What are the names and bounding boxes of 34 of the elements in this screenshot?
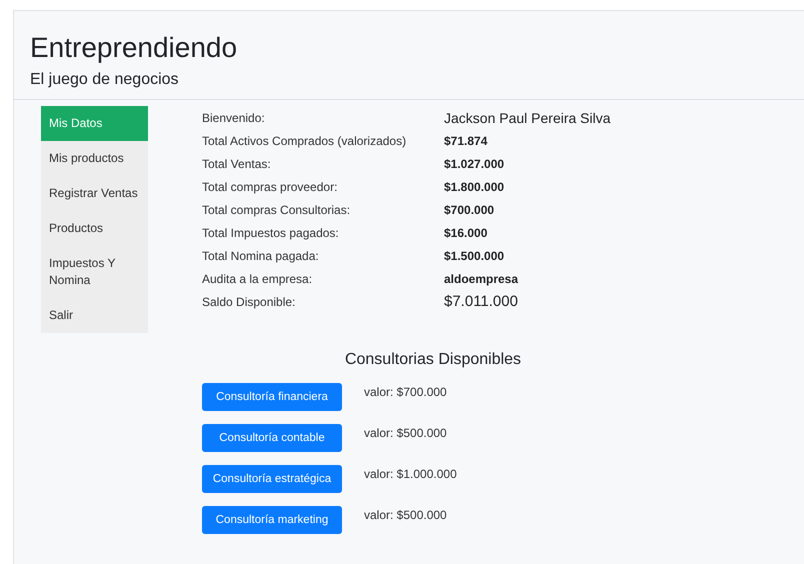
consultancy-button[interactable]: Consultoría estratégica bbox=[202, 465, 342, 493]
price-text: valor: $500.000 bbox=[364, 507, 447, 524]
sidebar-item[interactable]: Salir bbox=[41, 298, 148, 333]
price-text: valor: $1.000.000 bbox=[364, 466, 457, 483]
price-text: valor: $500.000 bbox=[364, 425, 447, 442]
summary-value: Jackson Paul Pereira Silva bbox=[444, 108, 612, 128]
summary-value: $7.011.000 bbox=[444, 292, 519, 312]
summary-value: aldoempresa bbox=[444, 270, 520, 288]
summary-value: $16.000 bbox=[444, 224, 488, 242]
app-subtitle: El juego de negocios bbox=[30, 71, 180, 89]
consultancy-button[interactable]: Consultoría contable bbox=[202, 424, 342, 452]
summary-label: Bienvenido: bbox=[202, 110, 266, 126]
sidebar-item[interactable]: Productos bbox=[41, 211, 148, 246]
summary-value: $71.874 bbox=[444, 132, 488, 150]
summary-label: Total Ventas: bbox=[202, 156, 272, 172]
summary-label: Saldo Disponible: bbox=[202, 294, 296, 310]
sidebar-item[interactable]: Registrar Ventas bbox=[41, 176, 148, 211]
consultancy-button[interactable]: Consultoría marketing bbox=[202, 506, 342, 534]
summary-value: $1.027.000 bbox=[444, 156, 506, 172]
summary-value: $1.500.000 bbox=[444, 248, 506, 264]
summary-value: $1.800.000 bbox=[444, 178, 506, 196]
app-title: Entreprendiendo bbox=[30, 31, 238, 65]
section-title: Consultorias Disponibles bbox=[344, 351, 522, 369]
summary-label: Total compras proveedor: bbox=[202, 178, 338, 196]
summary-label: Audita a la empresa: bbox=[202, 270, 314, 288]
summary-label: Total compras Consultorias: bbox=[202, 202, 352, 218]
sidebar-item[interactable]: Mis productos bbox=[41, 141, 148, 176]
sidebar-item[interactable]: Impuestos Y Nomina bbox=[41, 246, 148, 298]
summary-label: Total Impuestos pagados: bbox=[202, 224, 340, 242]
summary-label: Total Nomina pagada: bbox=[202, 248, 320, 264]
price-text: valor: $700.000 bbox=[364, 384, 447, 401]
consultancy-button[interactable]: Consultoría financiera bbox=[202, 383, 342, 411]
summary-label: Total Activos Comprados (valorizados) bbox=[202, 132, 408, 150]
summary-value: $700.000 bbox=[444, 202, 496, 218]
